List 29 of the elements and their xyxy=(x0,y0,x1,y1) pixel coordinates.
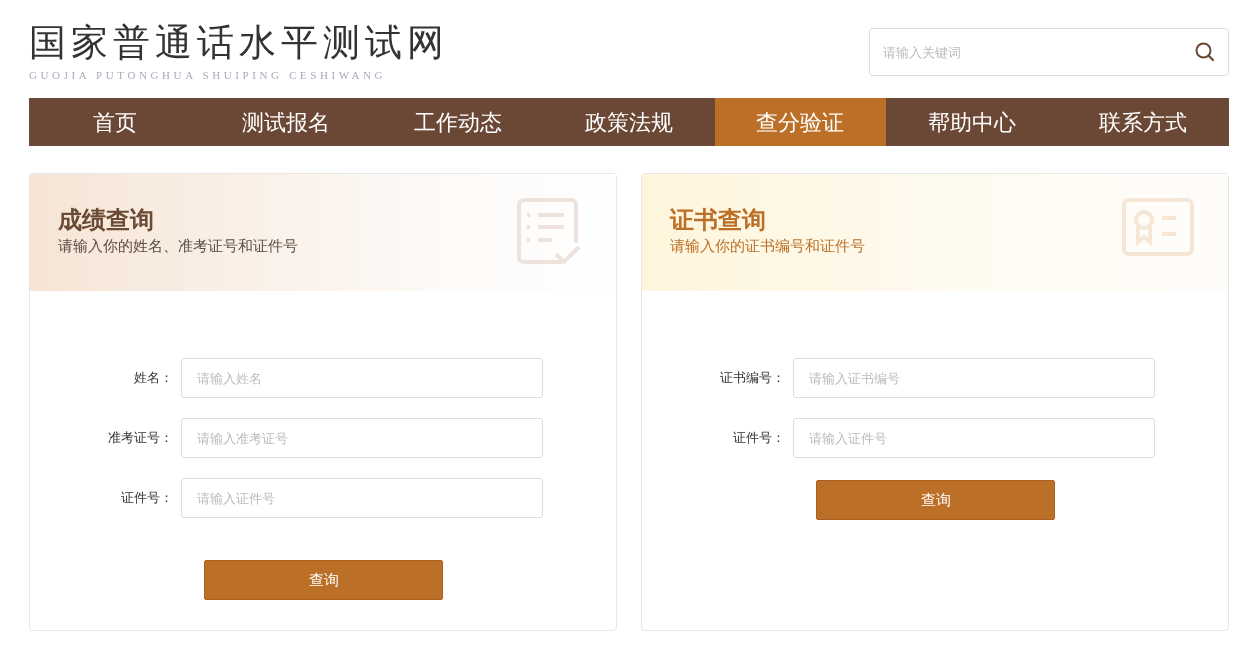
field-label: 证书编号： xyxy=(719,369,786,388)
panel-title: 成绩查询 xyxy=(58,205,155,235)
site-title: 国家普通话水平测试网 xyxy=(29,24,449,61)
nav-tab[interactable]: 联系方式 xyxy=(1057,98,1229,146)
certificate-icon xyxy=(1122,198,1194,256)
query-button[interactable]: 查询 xyxy=(204,560,443,600)
checklist-icon xyxy=(516,198,582,266)
nav-tab[interactable]: 首页 xyxy=(29,98,201,146)
input-field[interactable]: 请输入准考证号 xyxy=(181,418,543,458)
input-field[interactable]: 请输入证书编号 xyxy=(793,358,1155,398)
field-label: 证件号： xyxy=(732,429,786,448)
nav-tab[interactable]: 查分验证 xyxy=(714,98,887,146)
input-field[interactable]: 请输入证件号 xyxy=(181,478,543,518)
query-button[interactable]: 查询 xyxy=(816,480,1055,520)
panel-title: 证书查询 xyxy=(670,205,767,235)
field-label: 姓名： xyxy=(133,369,174,388)
nav-tab[interactable]: 测试报名 xyxy=(200,98,372,146)
nav-tab[interactable]: 工作动态 xyxy=(371,98,544,146)
field-label: 证件号： xyxy=(120,489,174,508)
panel-subtitle: 请输入你的证书编号和证件号 xyxy=(670,236,865,257)
panel-subtitle: 请输入你的姓名、准考证号和证件号 xyxy=(58,236,298,257)
nav-tab[interactable]: 政策法规 xyxy=(543,98,715,146)
input-field[interactable]: 请输入证件号 xyxy=(793,418,1155,458)
search-field[interactable]: 请输入关键词 xyxy=(869,28,1229,76)
field-label: 准考证号： xyxy=(107,429,174,448)
search-icon[interactable] xyxy=(1195,42,1215,62)
nav-tab[interactable]: 帮助中心 xyxy=(886,98,1058,146)
site-subtitle: GUOJIA PUTONGHUA SHUIPING CESHIWANG xyxy=(29,68,388,83)
input-field[interactable]: 请输入姓名 xyxy=(181,358,543,398)
